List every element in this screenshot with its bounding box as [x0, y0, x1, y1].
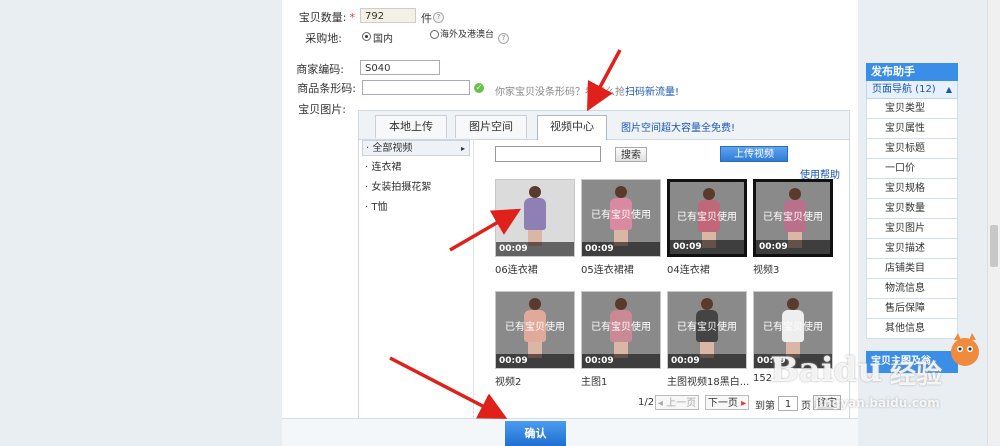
red-arrow	[449, 208, 522, 252]
watermark-brand-cn: 经验	[890, 360, 943, 390]
watermark: Baidu 经验 jingyan.baidu.com	[770, 330, 980, 420]
mascot-icon	[951, 333, 979, 366]
red-arrow	[389, 356, 508, 419]
watermark-url: jingyan.baidu.com	[815, 396, 940, 410]
red-arrow	[587, 49, 622, 112]
watermark-brand: Baidu	[770, 350, 883, 390]
